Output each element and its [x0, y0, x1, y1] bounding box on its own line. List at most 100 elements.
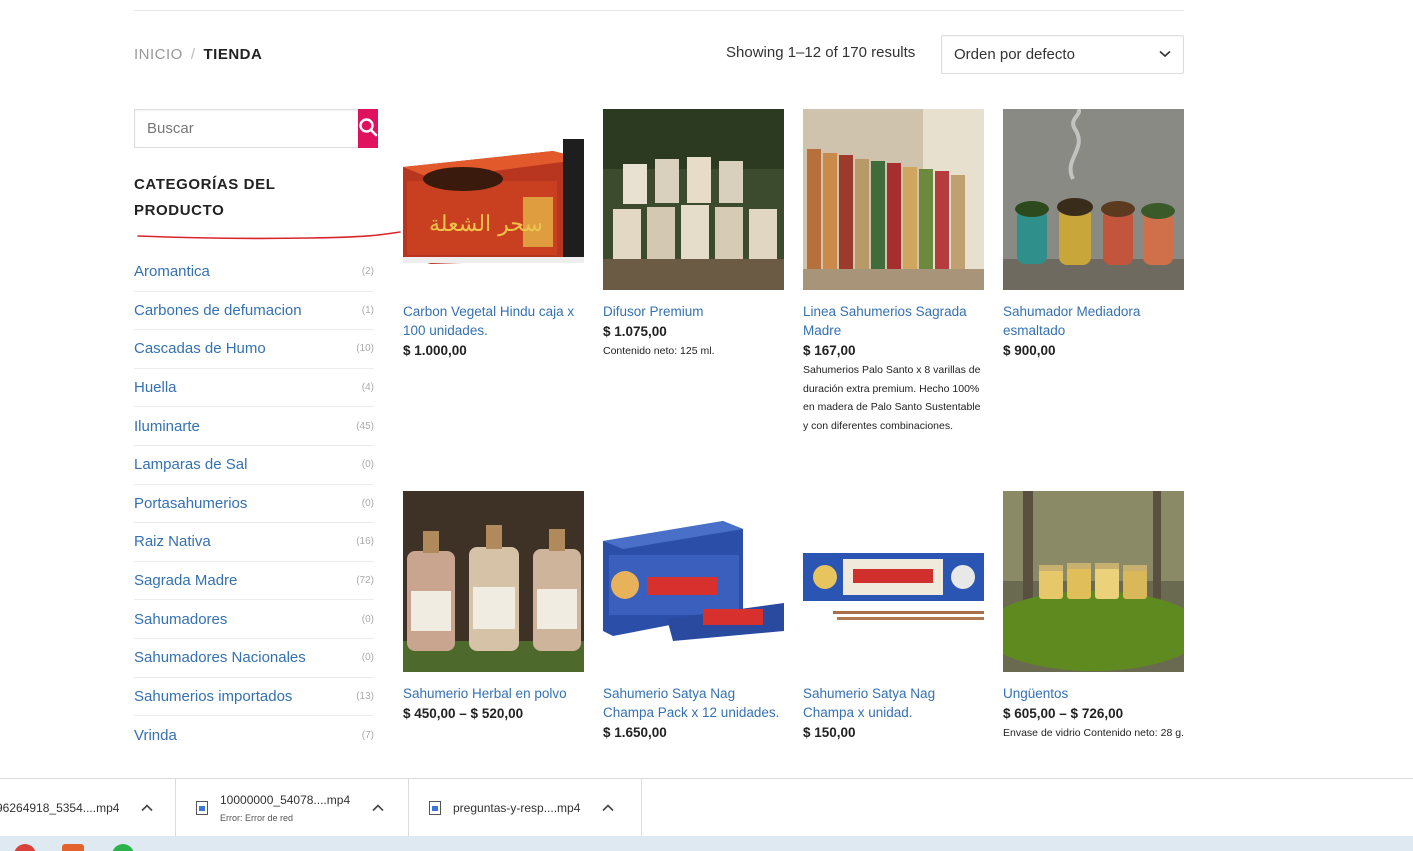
category-item: Lamparas de Sal (0) [134, 446, 374, 485]
red-annotation-underline [137, 231, 401, 240]
search-button[interactable] [358, 109, 378, 148]
product-title-link[interactable]: Difusor Premium [603, 302, 784, 321]
top-divider [134, 10, 1184, 11]
product-title-link[interactable]: Ungüentos [1003, 684, 1184, 703]
category-link[interactable]: Vrinda [134, 727, 177, 744]
product-card: Sahumador Mediadora esmaltado $ 900,00 [1003, 109, 1184, 360]
product-price: $ 167,00 [803, 343, 856, 358]
category-count: (0) [361, 497, 374, 509]
product-image[interactable] [1003, 491, 1184, 672]
category-count: (0) [361, 613, 374, 625]
product-image[interactable] [1003, 109, 1184, 290]
search-input[interactable] [134, 109, 358, 148]
taskbar [0, 836, 1413, 851]
download-item[interactable]: 96264918_5354....mp4 [0, 779, 176, 837]
category-count: (2) [361, 266, 374, 278]
category-item: Portasahumerios (0) [134, 485, 374, 524]
product-title-link[interactable]: Linea Sahumerios Sagrada Madre [803, 302, 984, 340]
app-icon[interactable] [112, 844, 134, 851]
breadcrumb-current: TIENDA [203, 46, 263, 63]
category-link[interactable]: Sagrada Madre [134, 572, 237, 589]
categories-title-line1: CATEGORÍAS DEL [134, 176, 276, 193]
orderby-select[interactable]: Orden por defecto [941, 35, 1184, 74]
chevron-up-icon[interactable] [602, 801, 614, 815]
category-link[interactable]: Sahumadores [134, 611, 227, 628]
category-item: Sagrada Madre (72) [134, 562, 374, 601]
product-title-link[interactable]: Sahumador Mediadora esmaltado [1003, 302, 1184, 340]
product-card: Sahumerio Satya Nag Champa x unidad. $ 1… [803, 491, 984, 742]
product-title-link[interactable]: Carbon Vegetal Hindu caja x 100 unidades… [403, 302, 584, 340]
product-price: $ 900,00 [1003, 343, 1056, 358]
app-icon[interactable] [62, 844, 84, 851]
category-count: (0) [361, 652, 374, 664]
search-icon [358, 117, 378, 140]
category-item: Sahumerios importados (13) [134, 678, 374, 717]
breadcrumb-home-link[interactable]: INICIO [134, 46, 183, 63]
category-link[interactable]: Cascadas de Humo [134, 340, 266, 357]
category-item: Raiz Nativa (16) [134, 523, 374, 562]
category-count: (45) [356, 420, 374, 432]
product-image[interactable] [603, 109, 784, 290]
category-item: Huella (4) [134, 369, 374, 408]
product-price: $ 1.650,00 [603, 725, 667, 740]
product-image[interactable] [803, 491, 984, 672]
shop-page: INICIO / TIENDA Showing 1–12 of 170 resu… [0, 0, 1413, 851]
chevron-down-icon [1159, 49, 1171, 61]
product-price: $ 605,00 – $ 726,00 [1003, 706, 1124, 721]
category-item: Carbones de defumacion (1) [134, 292, 374, 331]
categories-title-line2: PRODUCTO [134, 202, 225, 219]
product-image[interactable]: ﺳﺤﺮ ﺍﻟﺸﻌﻠﺔ [403, 109, 584, 290]
category-link[interactable]: Sahumadores Nacionales [134, 649, 306, 666]
download-item[interactable]: 10000000_54078....mp4 Error: Error de re… [176, 779, 409, 837]
product-title-link[interactable]: Sahumerio Satya Nag Champa x unidad. [803, 684, 984, 722]
chrome-icon[interactable] [14, 844, 36, 851]
category-count: (4) [361, 382, 374, 394]
result-count: Showing 1–12 of 170 results [726, 44, 916, 61]
download-filename: 96264918_5354....mp4 [0, 801, 120, 815]
category-item: Sahumadores (0) [134, 600, 374, 639]
product-price: $ 150,00 [803, 725, 856, 740]
product-title-link[interactable]: Sahumerio Satya Nag Champa Pack x 12 uni… [603, 684, 784, 722]
category-link[interactable]: Lamparas de Sal [134, 456, 247, 473]
category-item: Sahumadores Nacionales (0) [134, 639, 374, 678]
category-count: (16) [356, 536, 374, 548]
category-link[interactable]: Iluminarte [134, 418, 200, 435]
download-bar: 96264918_5354....mp4 10000000_54078....m… [0, 778, 1413, 837]
category-count: (72) [356, 575, 374, 587]
category-link[interactable]: Aromantica [134, 263, 210, 280]
product-price: $ 1.075,00 [603, 324, 667, 339]
product-image[interactable] [603, 491, 784, 672]
category-link[interactable]: Sahumerios importados [134, 688, 292, 705]
product-card: Difusor Premium $ 1.075,00 Contenido net… [603, 109, 784, 361]
category-count: (1) [361, 304, 374, 316]
category-item: Cascadas de Humo (10) [134, 330, 374, 369]
category-item: Iluminarte (45) [134, 407, 374, 446]
category-link[interactable]: Huella [134, 379, 177, 396]
category-count: (13) [356, 690, 374, 702]
product-price: $ 450,00 – $ 520,00 [403, 706, 524, 721]
category-link[interactable]: Carbones de defumacion [134, 302, 302, 319]
download-item[interactable]: preguntas-y-resp....mp4 [409, 779, 642, 837]
category-link[interactable]: Portasahumerios [134, 495, 247, 512]
download-filename: preguntas-y-resp....mp4 [453, 801, 581, 815]
category-item: Vrinda (7) [134, 716, 374, 755]
product-image[interactable] [403, 491, 584, 672]
product-card: Linea Sahumerios Sagrada Madre $ 167,00 … [803, 109, 984, 435]
file-icon [429, 801, 441, 815]
categories-title: CATEGORÍAS DEL PRODUCTO [134, 172, 374, 224]
product-card: Sahumerio Herbal en polvo $ 450,00 – $ 5… [403, 491, 584, 723]
file-icon [196, 801, 208, 815]
chevron-up-icon[interactable] [372, 801, 384, 815]
product-description: Sahumerios Palo Santo x 8 varillas de du… [803, 364, 981, 432]
category-link[interactable]: Raiz Nativa [134, 533, 211, 550]
chevron-up-icon[interactable] [141, 801, 154, 815]
download-filename: 10000000_54078....mp4 [220, 793, 351, 807]
product-image[interactable] [803, 109, 984, 290]
download-status: Error: Error de red [220, 813, 294, 823]
category-count: (0) [361, 459, 374, 471]
product-description: Contenido neto: 125 ml. [603, 345, 715, 357]
product-title-link[interactable]: Sahumerio Herbal en polvo [403, 684, 584, 703]
product-card: Sahumerio Satya Nag Champa Pack x 12 uni… [603, 491, 784, 742]
category-count: (10) [356, 343, 374, 355]
product-description: Envase de vidrio Contenido neto: 28 g. [1003, 727, 1184, 739]
